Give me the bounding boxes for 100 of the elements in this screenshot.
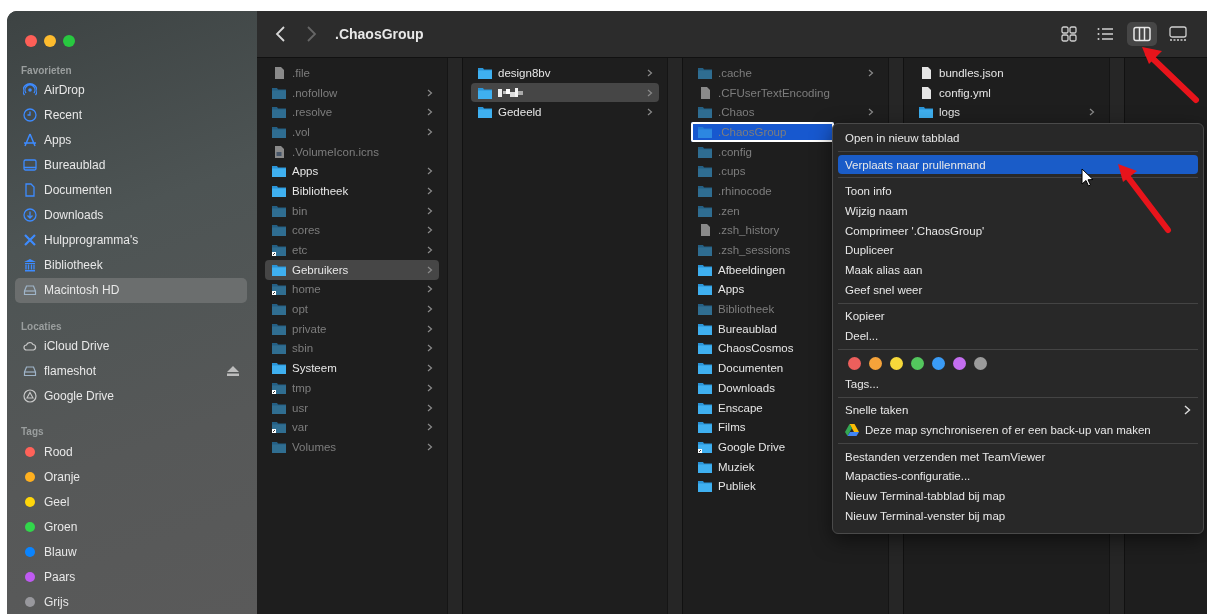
file-row[interactable]: sbin [265,338,439,359]
sidebar-item[interactable]: flameshot [15,358,247,384]
menu-item[interactable]: Mapacties-configuratie... [838,466,1198,487]
menu-item[interactable]: Bestanden verzenden met TeamViewer [838,446,1198,467]
back-button[interactable] [275,26,287,42]
menu-item[interactable]: Snelle taken [838,400,1198,421]
file-row[interactable]: usr [265,397,439,418]
file-row[interactable]: .zsh_sessions [691,240,797,260]
minimize-button[interactable] [44,35,56,47]
file-row[interactable]: var [265,417,439,438]
menu-item[interactable]: Nieuw Terminal-tabblad bij map [838,486,1198,506]
file-row[interactable]: Bibliotheek [265,181,439,201]
file-row[interactable] [471,82,659,103]
tag-dot[interactable] [974,356,987,370]
file-row[interactable]: Documenten [691,358,790,378]
file-row[interactable]: ChaosCosmos [691,338,800,359]
sidebar-item[interactable]: Recent [15,102,247,128]
file-row[interactable]: .zsh_history [691,220,786,241]
sidebar-item[interactable]: Bureaublad [15,152,247,178]
sidebar-item[interactable]: iCloud Drive [15,333,247,359]
menu-item[interactable]: Geef snel weer [838,279,1198,300]
sidebar-item[interactable]: Documenten [15,177,247,203]
sidebar-item[interactable]: Rood [15,439,247,465]
file-row[interactable]: Films [691,417,752,438]
file-row[interactable]: Volumes [265,437,439,457]
tag-dot[interactable] [848,356,861,370]
file-row[interactable]: .cups [691,161,752,182]
sidebar-item[interactable]: Grijs [15,589,247,614]
menu-item[interactable]: Comprimeer '.ChaosGroup' [838,220,1198,241]
tag-dot[interactable] [953,356,966,370]
sidebar-item[interactable]: Downloads [15,202,247,228]
file-row[interactable]: private [265,318,439,339]
sidebar-item[interactable]: Google Drive [15,383,247,409]
sidebar-item[interactable]: Oranje [15,464,247,490]
zoom-button[interactable] [63,35,75,47]
tag-dot[interactable] [869,356,882,370]
menu-item[interactable]: Toon info [838,181,1198,202]
file-row[interactable]: home [265,279,439,300]
file-row[interactable]: .config [691,141,758,162]
sidebar-item[interactable]: Bibliotheek [15,252,247,278]
file-row[interactable]: bundles.json [912,63,1010,83]
file-row[interactable]: bin [265,200,439,221]
file-row[interactable]: design8bv [471,63,659,83]
menu-item[interactable]: Maak alias aan [838,260,1198,280]
sidebar-item[interactable]: Blauw [15,539,247,565]
file-row[interactable]: .nofollow [265,82,439,103]
file-row[interactable]: Publiek [691,476,762,497]
file-row[interactable]: .Chaos [691,102,880,123]
file-row[interactable]: Apps [691,279,751,300]
file-row[interactable]: .resolve [265,102,439,123]
file-row[interactable]: Gebruikers [265,259,439,280]
file-row[interactable]: Downloads [691,378,781,398]
menu-item[interactable]: Nieuw Terminal-venster bij map [838,506,1198,526]
file-row[interactable]: .cache [691,63,880,83]
sidebar-item[interactable]: AirDrop [15,78,247,103]
sidebar-item[interactable]: Groen [15,514,247,540]
menu-item[interactable]: Verplaats naar prullenmand [838,154,1198,175]
file-row[interactable]: config.yml [912,82,997,103]
sidebar-item[interactable]: Geel [15,489,247,515]
sidebar-item[interactable]: Macintosh HD [15,277,247,303]
file-row[interactable]: opt [265,299,439,319]
menu-item[interactable]: Deze map synchroniseren of er een back-up van maken [838,420,1198,440]
file-row[interactable]: Google Drive [691,437,792,457]
file-row[interactable]: .vol [265,122,439,142]
menu-item[interactable]: Dupliceer [838,240,1198,261]
tag-dot[interactable] [890,356,903,370]
tag-dot[interactable] [932,356,945,370]
window-title: .ChaosGroup [335,26,425,42]
file-row[interactable]: etc [265,240,439,260]
file-row[interactable]: Bibliotheek [691,299,781,319]
menu-item[interactable]: Kopieer [838,306,1198,327]
document-icon [23,183,37,198]
file-row[interactable]: .file [265,63,316,83]
tag-dot[interactable] [911,356,924,370]
file-row[interactable]: logs [912,102,1101,123]
menu-item[interactable]: Wijzig naam [838,201,1198,221]
file-row[interactable]: .rhinocode [691,181,778,201]
file-row[interactable]: .CFUserTextEncoding [691,82,836,103]
menu-item[interactable]: Open in nieuw tabblad [838,128,1198,148]
view-button[interactable] [1127,22,1157,46]
menu-item[interactable]: Deel... [838,326,1198,346]
menu-item[interactable]: Tags... [838,373,1198,394]
forward-button[interactable] [305,26,317,42]
columns-icon [1133,26,1151,42]
file-row[interactable]: cores [265,220,439,241]
close-button[interactable] [25,35,37,47]
file-row[interactable]: Enscape [691,397,769,418]
sidebar-item[interactable]: Paars [15,564,247,590]
file-row[interactable]: tmp [265,378,439,398]
folder-icon [272,125,286,138]
file-row[interactable]: Apps [265,161,439,182]
sidebar-item[interactable]: Apps [15,127,247,153]
file-row[interactable]: .VolumeIcon.icns [265,141,385,162]
sidebar-item[interactable]: Hulpprogramma's [15,227,247,253]
file-row[interactable]: Bureaublad [691,318,783,339]
file-row[interactable]: .zen [691,200,746,221]
file-row[interactable]: Systeem [265,358,439,378]
file-row[interactable]: Muziek [691,456,761,477]
file-row[interactable]: Gedeeld [471,102,659,123]
file-row[interactable]: Afbeeldingen [691,259,792,280]
